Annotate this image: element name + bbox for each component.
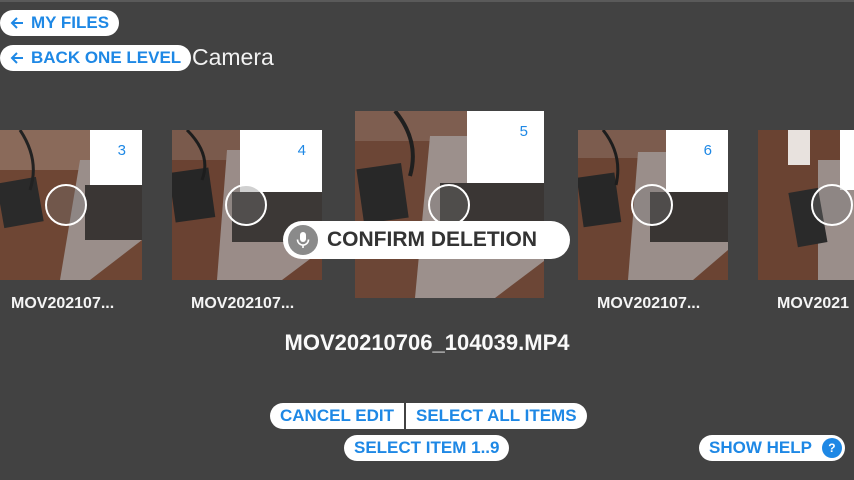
selection-circle[interactable]	[225, 184, 267, 226]
thumbnail-caption: MOV202107...	[11, 295, 115, 312]
back-one-level-label: BACK ONE LEVEL	[31, 48, 182, 67]
select-item-button[interactable]: SELECT ITEM 1..9	[344, 435, 510, 461]
thumbnail-caption: MOV2021	[777, 295, 850, 312]
my-files-button[interactable]: MY FILES	[0, 10, 120, 36]
back-one-level-button[interactable]: BACK ONE LEVEL	[0, 45, 192, 71]
arrow-left-icon	[10, 17, 23, 29]
help-icon: ?	[821, 438, 842, 458]
thumbnail-number: 6	[703, 142, 712, 159]
cancel-edit-button[interactable]: CANCEL EDIT	[270, 403, 404, 429]
select-all-items-button[interactable]: SELECT ALL ITEMS	[406, 403, 587, 429]
thumbnail-7[interactable]	[758, 130, 854, 280]
thumbnail-number: 5	[519, 123, 528, 140]
top-divider	[0, 0, 854, 2]
selection-circle[interactable]	[811, 184, 853, 226]
edit-actions-group: CANCEL EDIT SELECT ALL ITEMS	[270, 403, 587, 429]
thumbnail-number: 4	[297, 142, 306, 159]
selection-circle[interactable]	[428, 184, 470, 226]
thumbnail-number: 3	[117, 142, 126, 159]
select-item-label: SELECT ITEM 1..9	[354, 438, 500, 457]
selection-circle[interactable]	[45, 184, 87, 226]
confirm-deletion-label: CONFIRM DELETION	[327, 228, 537, 251]
folder-title: Camera	[192, 44, 274, 70]
my-files-label: MY FILES	[31, 13, 110, 32]
selection-circle[interactable]	[631, 184, 673, 226]
thumbnail-caption: MOV202107...	[191, 295, 295, 312]
arrow-left-icon	[10, 52, 23, 64]
thumbnail-5[interactable]: 5	[355, 111, 544, 298]
selected-filename: MOV20210706_104039.MP4	[284, 330, 570, 355]
confirm-deletion-prompt[interactable]: CONFIRM DELETION	[283, 221, 570, 259]
show-help-button[interactable]: SHOW HELP ?	[699, 435, 845, 461]
microphone-icon	[288, 225, 318, 255]
show-help-label: SHOW HELP	[709, 438, 812, 457]
thumbnail-caption: MOV202107...	[597, 295, 701, 312]
thumbnail-3[interactable]: 3	[0, 130, 142, 280]
thumbnail-6[interactable]: 6	[578, 130, 728, 280]
